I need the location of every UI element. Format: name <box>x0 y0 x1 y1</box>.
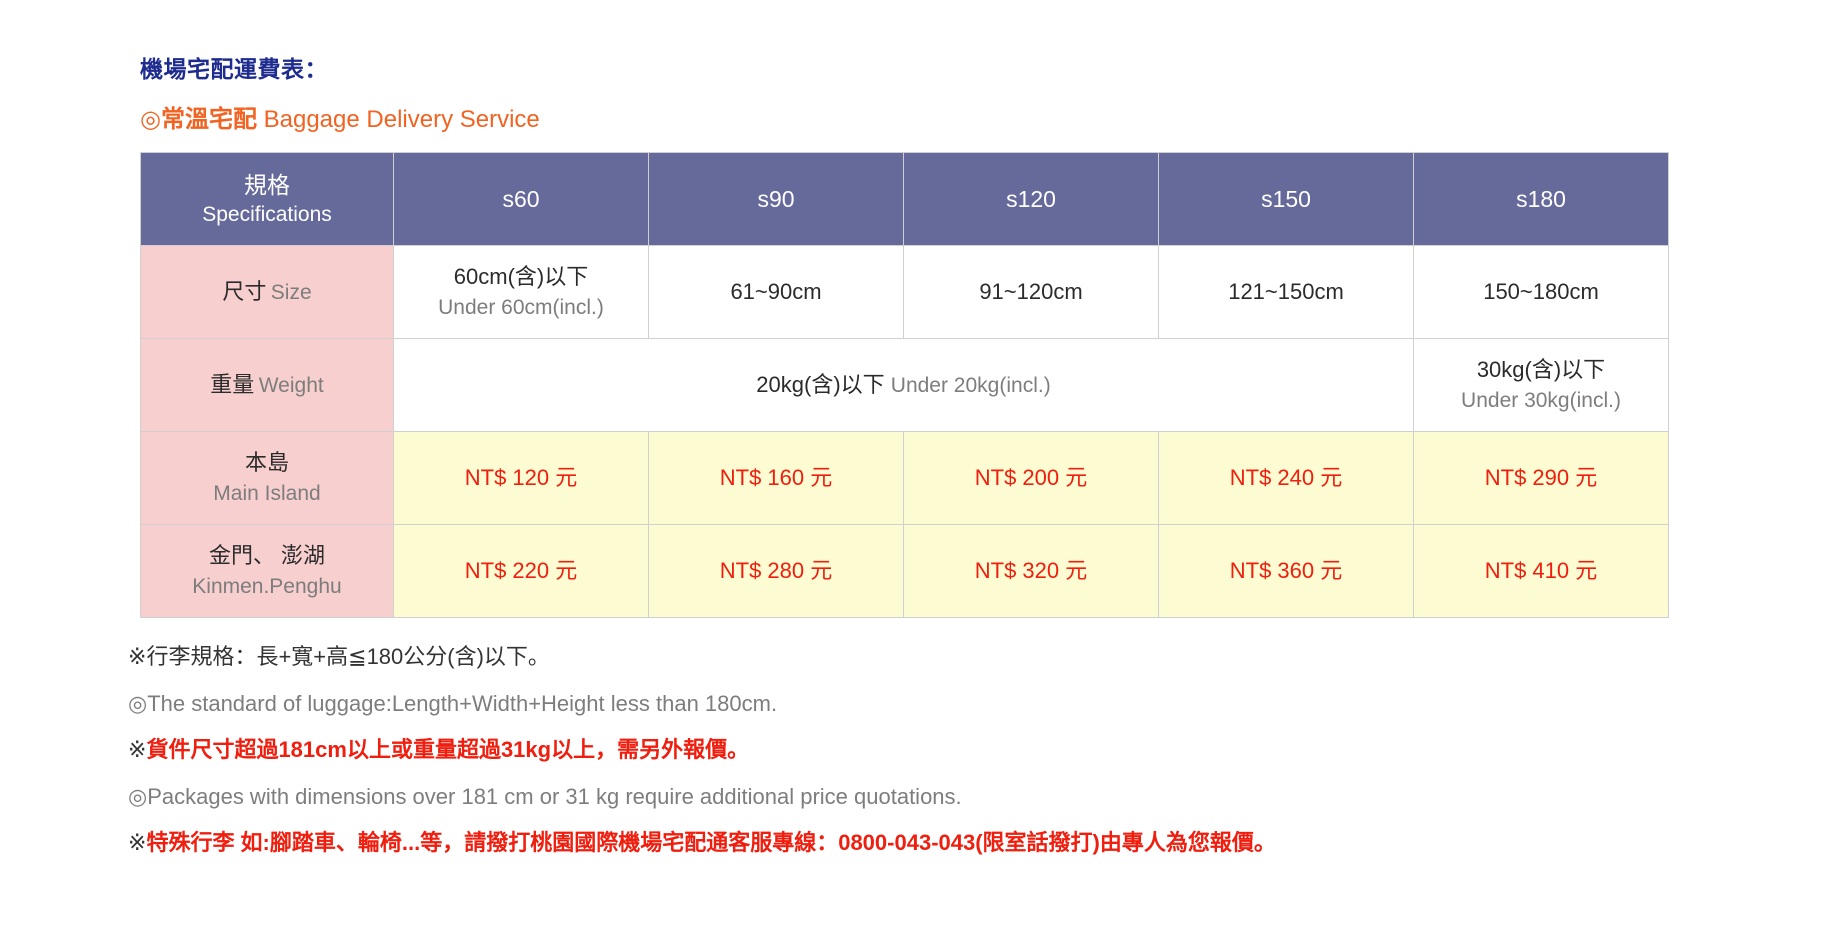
cell-weight-merged-latin: Under 20kg(incl.) <box>890 374 1051 398</box>
footnote-oversize-en: ◎Packages with dimensions over 181 cm or… <box>128 764 1828 810</box>
table-row-weight: 重量 Weight 20kg(含)以下 Under 20kg(incl.) 30… <box>140 338 1669 433</box>
cell-size-s120-cjk: 91~120cm <box>979 279 1083 305</box>
cell-size-s150-cjk: 121~150cm <box>1228 279 1344 305</box>
footnote-mark-2: ◎ <box>128 690 148 716</box>
row-label-main-island-latin: Main Island <box>213 482 321 506</box>
footnote-text-4: Packages with dimensions over 181 cm or … <box>147 783 962 809</box>
row-label-size-latin: Size <box>270 281 312 305</box>
header-cell-s180: s180 <box>1413 152 1669 247</box>
cell-weight-s180-cjk: 30kg(含)以下 <box>1476 357 1606 383</box>
cell-size-s60: 60cm(含)以下 Under 60cm(incl.) <box>393 245 649 340</box>
row-label-kinmen-penghu: 金門、 澎湖 Kinmen.Penghu <box>140 524 394 619</box>
cell-weight-merged-s60-s150: 20kg(含)以下 Under 20kg(incl.) <box>393 338 1414 433</box>
row-label-kinmen-penghu-cjk: 金門、 澎湖 <box>208 543 326 569</box>
footnote-luggage-standard-cjk: ※行李規格：長+寬+高≦180公分(含)以下。 <box>128 630 1828 670</box>
row-label-main-island-cjk: 本島 <box>244 450 289 476</box>
cell-size-s180-cjk: 150~180cm <box>1483 279 1599 305</box>
header-cell-specifications: 規格 Specifications <box>140 152 394 247</box>
section-subtitle-latin: Baggage Delivery Service <box>256 105 540 133</box>
footnote-mark-1: ※ <box>128 644 147 670</box>
header-spec-cjk: 規格 <box>244 171 290 198</box>
cell-weight-s180: 30kg(含)以下 Under 30kg(incl.) <box>1413 338 1669 433</box>
footnote-text-5: 特殊行李 如:腳踏車、輪椅...等，請撥打桃園國際機場宅配通客服專線：0800-… <box>146 829 1276 855</box>
section-subtitle-cjk: ◎常溫宅配 <box>140 105 257 133</box>
table-row-main-island: 本島 Main Island NT$ 120 元 NT$ 160 元 NT$ 2… <box>140 431 1669 526</box>
row-label-main-island: 本島 Main Island <box>140 431 394 526</box>
footnote-luggage-standard-en: ◎The standard of luggage:Length+Width+He… <box>128 671 1828 717</box>
baggage-rate-table: 規格 Specifications s60 s90 s120 s150 s180… <box>140 152 1669 619</box>
row-label-weight: 重量 Weight <box>140 338 394 433</box>
row-label-weight-cjk: 重量 <box>210 372 255 398</box>
cell-size-s90-cjk: 61~90cm <box>730 279 822 305</box>
cell-weight-s180-latin: Under 30kg(incl.) <box>1461 389 1621 413</box>
header-cell-s150: s150 <box>1158 152 1414 247</box>
row-label-size-cjk: 尺寸 <box>222 279 267 305</box>
row-label-weight-latin: Weight <box>258 374 324 398</box>
header-label-s60: s60 <box>502 185 540 212</box>
footnote-oversize-cjk: ※貨件尺寸超過181cm以上或重量超過31kg以上，需另外報價。 <box>128 717 1828 763</box>
rate-table-wrapper: 規格 Specifications s60 s90 s120 s150 s180… <box>0 134 1828 619</box>
rate-table-page: 機場宅配運費表： ◎常溫宅配 Baggage Delivery Service … <box>0 0 1828 932</box>
cell-size-s150: 121~150cm <box>1158 245 1414 340</box>
cell-size-s60-cjk: 60cm(含)以下 <box>453 264 589 290</box>
cell-weight-merged-cjk: 20kg(含)以下 <box>756 372 885 398</box>
header-spec-latin: Specifications <box>202 202 332 226</box>
cell-price-main-island-s90: NT$ 160 元 <box>648 431 904 526</box>
cell-price-kinmen-penghu-s150: NT$ 360 元 <box>1158 524 1414 619</box>
footnote-special-luggage-cjk: ※特殊行李 如:腳踏車、輪椅...等，請撥打桃園國際機場宅配通客服專線：0800… <box>128 810 1828 856</box>
footnotes-block: ※行李規格：長+寬+高≦180公分(含)以下。 ◎The standard of… <box>0 618 1828 856</box>
cell-size-s90: 61~90cm <box>648 245 904 340</box>
section-subtitle: ◎常溫宅配 Baggage Delivery Service <box>140 84 1828 135</box>
table-header-row: 規格 Specifications s60 s90 s120 s150 s180 <box>140 152 1669 247</box>
footnote-mark-4: ◎ <box>128 783 148 809</box>
footnote-text-3: 貨件尺寸超過181cm以上或重量超過31kg以上，需另外報價。 <box>146 737 750 763</box>
cell-price-kinmen-penghu-s180: NT$ 410 元 <box>1413 524 1669 619</box>
row-label-kinmen-penghu-latin: Kinmen.Penghu <box>192 575 342 599</box>
header-cell-s90: s90 <box>648 152 904 247</box>
page-title: 機場宅配運費表： <box>140 56 328 82</box>
footnote-text-1: 行李規格：長+寬+高≦180公分(含)以下。 <box>146 644 550 670</box>
header-label-s120: s120 <box>1006 185 1056 212</box>
cell-price-main-island-s120: NT$ 200 元 <box>903 431 1159 526</box>
table-row-size: 尺寸 Size 60cm(含)以下 Under 60cm(incl.) 61~9… <box>140 245 1669 340</box>
cell-price-kinmen-penghu-s90: NT$ 280 元 <box>648 524 904 619</box>
cell-price-main-island-s180: NT$ 290 元 <box>1413 431 1669 526</box>
table-row-kinmen-penghu: 金門、 澎湖 Kinmen.Penghu NT$ 220 元 NT$ 280 元… <box>140 524 1669 619</box>
header-label-s90: s90 <box>757 185 795 212</box>
cell-price-kinmen-penghu-s120: NT$ 320 元 <box>903 524 1159 619</box>
cell-size-s180: 150~180cm <box>1413 245 1669 340</box>
cell-size-s60-latin: Under 60cm(incl.) <box>438 296 604 320</box>
heading-block: 機場宅配運費表： ◎常溫宅配 Baggage Delivery Service <box>0 0 1828 134</box>
cell-price-main-island-s150: NT$ 240 元 <box>1158 431 1414 526</box>
cell-size-s120: 91~120cm <box>903 245 1159 340</box>
cell-price-kinmen-penghu-s60: NT$ 220 元 <box>393 524 649 619</box>
cell-price-main-island-s60: NT$ 120 元 <box>393 431 649 526</box>
footnote-text-2: The standard of luggage:Length+Width+Hei… <box>147 690 778 716</box>
footnote-mark-3: ※ <box>128 737 147 763</box>
row-label-size: 尺寸 Size <box>140 245 394 340</box>
header-cell-s60: s60 <box>393 152 649 247</box>
footnote-mark-5: ※ <box>128 829 147 855</box>
header-label-s180: s180 <box>1516 185 1566 212</box>
header-label-s150: s150 <box>1261 185 1311 212</box>
header-cell-s120: s120 <box>903 152 1159 247</box>
